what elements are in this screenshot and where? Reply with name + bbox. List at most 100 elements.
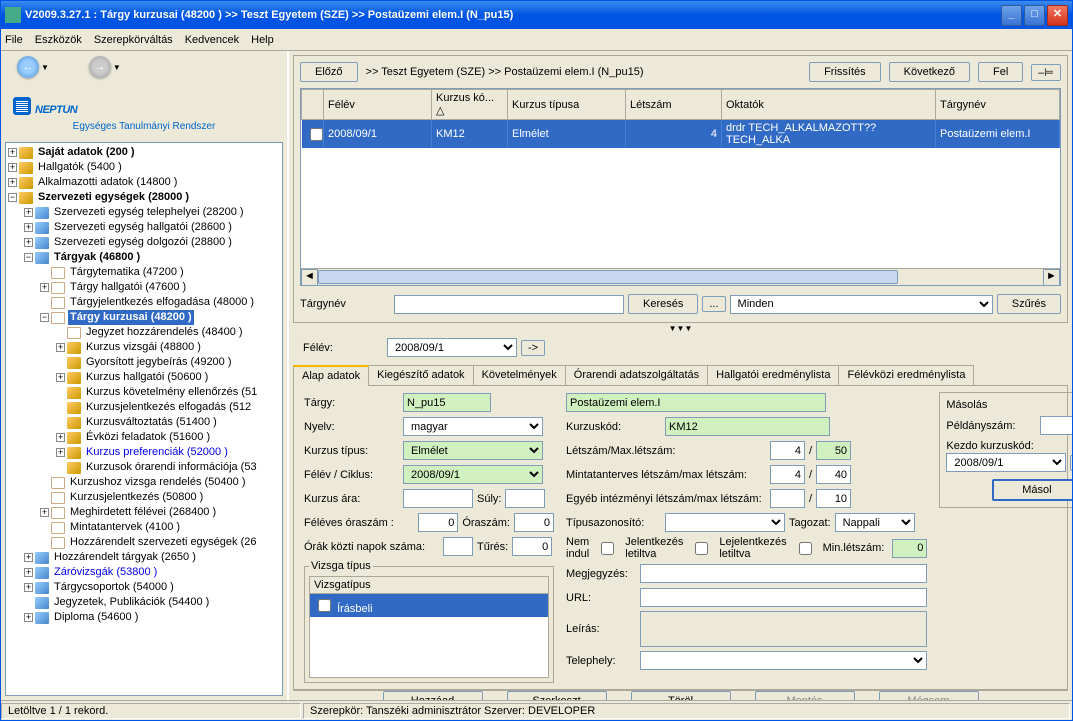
- tree-node[interactable]: Tárgy hallgatói (47600 ): [68, 280, 188, 295]
- scroll-left-icon[interactable]: ◄: [301, 269, 318, 286]
- exam-type-row[interactable]: Írásbeli: [310, 594, 548, 617]
- tree-node[interactable]: Kurzus követelmény ellenőrzés (51: [84, 385, 259, 400]
- search-button[interactable]: Keresés: [628, 294, 698, 314]
- tree-node[interactable]: Tárgyjelentkezés elfogadása (48000 ): [68, 295, 256, 310]
- tree-node[interactable]: Meghirdetett félévei (268400 ): [68, 505, 218, 520]
- tree-node[interactable]: Szervezeti egység telephelyei (28200 ): [52, 205, 246, 220]
- tree-node[interactable]: Záróvizsgák (53800 ): [52, 565, 159, 580]
- horizontal-scrollbar[interactable]: ◄ ►: [301, 268, 1060, 285]
- tab-midterm-results[interactable]: Félévközi eredménylista: [838, 365, 974, 385]
- search-more-button[interactable]: ...: [702, 296, 725, 312]
- not-started-checkbox[interactable]: [601, 542, 614, 555]
- site-select[interactable]: [640, 651, 927, 670]
- tree-node[interactable]: Szervezeti egység hallgatói (28600 ): [52, 220, 234, 235]
- course-code-field[interactable]: [665, 417, 830, 436]
- prev-button[interactable]: Előző: [300, 62, 358, 82]
- course-type-select[interactable]: Elmélet: [403, 441, 543, 460]
- exam-row-checkbox[interactable]: [318, 599, 331, 612]
- tree-node[interactable]: Hozzárendelt szervezeti egységek (26: [68, 535, 258, 550]
- copy-go-button[interactable]: ->: [1070, 455, 1072, 471]
- up-button[interactable]: Fel: [978, 62, 1023, 82]
- subject-code-field[interactable]: [403, 393, 491, 412]
- description-field[interactable]: [640, 611, 927, 647]
- tree-node[interactable]: Tárgycsoportok (54000 ): [52, 580, 176, 595]
- tab-requirements[interactable]: Követelmények: [473, 365, 566, 385]
- tree-node[interactable]: Jegyzetek, Publikációk (54400 ): [52, 595, 211, 610]
- sem-hours-field[interactable]: [418, 513, 458, 532]
- type-id-select[interactable]: [665, 513, 785, 532]
- row-checkbox[interactable]: [310, 128, 323, 141]
- nav-forward-button[interactable]: →: [89, 56, 111, 78]
- days-between-field[interactable]: [443, 537, 473, 556]
- tree-node[interactable]: Szervezeti egységek (28000 ): [36, 190, 191, 205]
- tree-node[interactable]: Saját adatok (200 ): [36, 145, 137, 160]
- tree-node[interactable]: Kurzus vizsgái (48800 ): [84, 340, 203, 355]
- tree-node[interactable]: Szervezeti egység dolgozói (28800 ): [52, 235, 234, 250]
- copy-count-field[interactable]: [1040, 416, 1072, 435]
- search-input[interactable]: [394, 295, 624, 314]
- maximize-button[interactable]: □: [1024, 5, 1045, 26]
- subject-name-field[interactable]: [566, 393, 826, 412]
- tree-node-selected[interactable]: Tárgy kurzusai (48200 ): [68, 310, 194, 325]
- grid-header[interactable]: Félév: [324, 90, 432, 120]
- course-price-field[interactable]: [403, 489, 473, 508]
- signoff-blocked-checkbox[interactable]: [799, 542, 812, 555]
- curriculum-max-field[interactable]: [816, 465, 851, 484]
- tolerance-field[interactable]: [512, 537, 552, 556]
- tab-student-results[interactable]: Hallgatói eredménylista: [707, 365, 839, 385]
- weight-field[interactable]: [505, 489, 545, 508]
- tree-node[interactable]: Kurzusok órarendi információja (53: [84, 460, 259, 475]
- tree-node[interactable]: Jegyzet hozzárendelés (48400 ): [84, 325, 245, 340]
- tree-node[interactable]: Kurzusjelentkezés (50800 ): [68, 490, 205, 505]
- add-button[interactable]: Hozzáad: [383, 691, 483, 700]
- tree-node[interactable]: Kurzushoz vizsga rendelés (50400 ): [68, 475, 247, 490]
- next-button[interactable]: Következő: [889, 62, 970, 82]
- close-button[interactable]: ✕: [1047, 5, 1068, 26]
- semester-go-button[interactable]: ->: [521, 340, 545, 356]
- menu-roleswitch[interactable]: Szerepkörváltás: [94, 34, 173, 46]
- refresh-button[interactable]: Frissítés: [809, 62, 881, 82]
- nav-tree[interactable]: +Saját adatok (200 ) +Hallgatók (5400 ) …: [5, 142, 283, 696]
- tree-node[interactable]: Tárgyak (46800 ): [52, 250, 142, 265]
- grid-header[interactable]: [302, 90, 324, 120]
- grid-header[interactable]: Kurzus típusa: [508, 90, 626, 120]
- tree-node[interactable]: Kurzusváltoztatás (51400 ): [84, 415, 219, 430]
- menu-favorites[interactable]: Kedvencek: [185, 34, 239, 46]
- tab-basic-data[interactable]: Alap adatok: [293, 365, 369, 386]
- drag-handle-icon[interactable]: ▼▼▼: [293, 324, 1068, 333]
- note-field[interactable]: [640, 564, 927, 583]
- copy-start-select[interactable]: 2008/09/1: [946, 453, 1066, 472]
- url-field[interactable]: [640, 588, 927, 607]
- menu-help[interactable]: Help: [251, 34, 274, 46]
- grid-header[interactable]: Oktatók: [722, 90, 936, 120]
- search-scope-select[interactable]: Minden: [730, 295, 993, 314]
- tree-node[interactable]: Hallgatók (5400 ): [36, 160, 124, 175]
- semester-cycle-select[interactable]: 2008/09/1: [403, 465, 543, 484]
- other-max-field[interactable]: [816, 489, 851, 508]
- division-select[interactable]: Nappali: [835, 513, 915, 532]
- tree-node[interactable]: Mintatantervek (4100 ): [68, 520, 182, 535]
- scroll-right-icon[interactable]: ►: [1043, 269, 1060, 286]
- filter-button[interactable]: Szűrés: [997, 294, 1061, 314]
- language-select[interactable]: magyar: [403, 417, 543, 436]
- nav-back-button[interactable]: ←: [17, 56, 39, 78]
- capacity-field[interactable]: [770, 441, 805, 460]
- grid-header[interactable]: Tárgynév: [936, 90, 1060, 120]
- min-capacity-field[interactable]: [892, 539, 927, 558]
- max-capacity-field[interactable]: [816, 441, 851, 460]
- scroll-thumb[interactable]: [318, 270, 898, 284]
- copy-button[interactable]: Másol: [992, 479, 1072, 501]
- save-button[interactable]: Mentés: [755, 691, 855, 700]
- tree-node[interactable]: Tárgytematika (47200 ): [68, 265, 186, 280]
- hours-field[interactable]: [514, 513, 554, 532]
- tree-node[interactable]: Diploma (54600 ): [52, 610, 140, 625]
- menu-tools[interactable]: Eszközök: [35, 34, 82, 46]
- semester-select[interactable]: 2008/09/1: [387, 338, 517, 357]
- tree-node[interactable]: Kurzusjelentkezés elfogadás (512: [84, 400, 253, 415]
- delete-button[interactable]: Töröl: [631, 691, 731, 700]
- grid-header[interactable]: Kurzus kó... △: [432, 90, 508, 120]
- curriculum-capacity-field[interactable]: [770, 465, 805, 484]
- course-grid[interactable]: Félév Kurzus kó... △ Kurzus típusa Létsz…: [300, 88, 1061, 286]
- tab-extra-data[interactable]: Kiegészítő adatok: [368, 365, 473, 385]
- tab-schedule[interactable]: Órarendi adatszolgáltatás: [565, 365, 708, 385]
